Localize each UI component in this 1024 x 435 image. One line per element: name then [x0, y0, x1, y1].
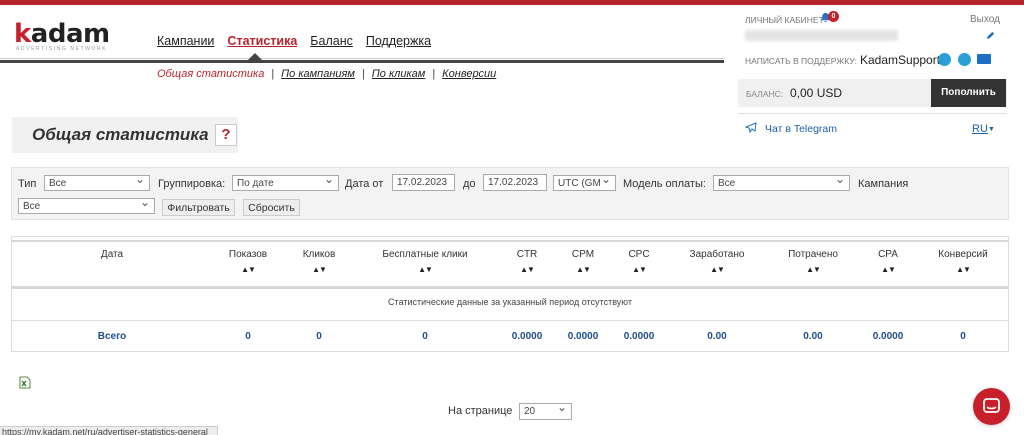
sort-icon[interactable]: ▲▼ [507, 265, 547, 274]
col-ctr[interactable]: CTR [507, 249, 547, 260]
date-from-input[interactable]: 17.02.2023 [392, 174, 455, 191]
total-ctr: 0.0000 [511, 331, 543, 342]
nav-balance[interactable]: Баланс [310, 34, 353, 48]
reset-button[interactable]: Сбросить [243, 199, 300, 216]
cabinet-label: Личный кабинет [745, 15, 824, 25]
total-clicks: 0 [316, 331, 322, 342]
totals-divider [11, 320, 1009, 321]
timezone-select[interactable]: UTC (GM [553, 173, 616, 191]
telegram-icon[interactable] [938, 53, 951, 66]
nav-divider-light [0, 58, 724, 59]
table-top-rule [11, 240, 1009, 242]
col-cpm[interactable]: CPM [563, 249, 603, 260]
sort-icon[interactable]: ▲▼ [619, 265, 659, 274]
subnav-separator: | [271, 68, 275, 80]
col-date[interactable]: Дата [82, 249, 142, 260]
table-header-rule [11, 286, 1009, 289]
total-earned: 0.00 [707, 331, 727, 342]
sort-icon[interactable]: ▲▼ [867, 265, 909, 274]
sort-icon[interactable]: ▲▼ [778, 265, 848, 274]
sort-icon[interactable]: ▲▼ [295, 265, 343, 274]
date-from-label: Дата от [345, 178, 384, 190]
chevron-down-icon: ▼ [988, 126, 995, 133]
mail-icon[interactable] [977, 54, 991, 64]
grouping-label: Группировка: [158, 178, 226, 190]
date-to-label: до [463, 178, 476, 190]
logo-tagline: advertising network [16, 46, 108, 52]
col-clicks[interactable]: Кликов [295, 249, 343, 260]
skype-icon[interactable] [958, 53, 971, 66]
chat-bubble-icon [983, 398, 1000, 413]
subnav-conversions[interactable]: Конверсии [442, 68, 496, 80]
sort-icon[interactable]: ▲▼ [222, 265, 274, 274]
total-cpa: 0.0000 [872, 331, 904, 342]
per-page-select[interactable]: 20 [519, 401, 572, 420]
filter-button[interactable]: Фильтровать [162, 199, 235, 216]
payment-model-label: Модель оплаты: [623, 178, 706, 190]
col-cpc[interactable]: CPC [619, 249, 659, 260]
chat-widget-button[interactable] [973, 388, 1010, 425]
subnav-separator: | [361, 68, 365, 80]
subnav-general[interactable]: Общая статистика [157, 68, 264, 80]
per-page-label: На странице [448, 405, 513, 417]
nav-statistics[interactable]: Статистика [227, 34, 297, 48]
total-cpm: 0.0000 [567, 331, 599, 342]
col-earned[interactable]: Заработано [680, 249, 754, 260]
col-spent[interactable]: Потрачено [778, 249, 848, 260]
type-label: Тип [18, 178, 37, 190]
user-email-blurred [745, 30, 898, 41]
topup-button[interactable]: Пополнить [931, 79, 1006, 107]
language-select[interactable]: RU [972, 123, 988, 135]
campaign-label: Кампания [858, 178, 909, 190]
col-impressions[interactable]: Показов [222, 249, 274, 260]
campaign-select[interactable]: Все [18, 196, 155, 214]
total-free-clicks: 0 [422, 331, 428, 342]
total-impressions: 0 [245, 331, 251, 342]
support-label: Написать в поддержку: [745, 56, 857, 66]
active-nav-pointer [248, 53, 262, 60]
support-name: KadamSupport [860, 53, 941, 67]
logout-link[interactable]: Выход [970, 14, 1000, 25]
sort-icon[interactable]: ▲▼ [930, 265, 996, 274]
telegram-plane-icon [745, 122, 757, 133]
balance-label: Баланс: [746, 89, 784, 99]
nav-campaigns[interactable]: Кампании [157, 34, 214, 48]
total-cpc: 0.0000 [623, 331, 655, 342]
total-spent: 0.00 [803, 331, 823, 342]
nav-support[interactable]: Поддержка [366, 34, 431, 48]
browser-status-url: https://my.kadam.net/ru/advertiser-stati… [0, 426, 218, 435]
notification-badge: 0 [828, 11, 839, 22]
totals-label: Всего [97, 331, 127, 342]
col-free-clicks[interactable]: Бесплатные клики [370, 249, 480, 260]
payment-model-select[interactable]: Все [713, 173, 850, 191]
date-to-input[interactable]: 17.02.2023 [483, 174, 547, 191]
sort-icon[interactable]: ▲▼ [563, 265, 603, 274]
help-button[interactable]: ? [215, 124, 237, 146]
total-conversions: 0 [960, 331, 966, 342]
sort-icon[interactable]: ▲▼ [370, 265, 480, 274]
nav-divider [0, 60, 724, 63]
grouping-select[interactable]: По дате [232, 173, 339, 191]
sort-icon[interactable]: ▲▼ [680, 265, 754, 274]
main-nav: Кампании Статистика Баланс Поддержка [157, 34, 431, 48]
telegram-chat-link[interactable]: Чат в Telegram [765, 123, 837, 135]
sub-nav: Общая статистика | По кампаниям | По кли… [157, 68, 496, 80]
subnav-separator: | [432, 68, 436, 80]
export-excel-icon[interactable] [19, 376, 31, 389]
top-accent-bar [0, 0, 1024, 5]
col-cpa[interactable]: CPA [867, 249, 909, 260]
type-select[interactable]: Все [44, 173, 150, 191]
col-conversions[interactable]: Конверсий [930, 249, 996, 260]
empty-message: Статистические данные за указанный перио… [388, 297, 632, 307]
kadam-logo[interactable]: kadam [14, 21, 110, 47]
subnav-by-campaign[interactable]: По кампаниям [281, 68, 355, 80]
edit-pencil-icon[interactable] [986, 31, 995, 40]
panel-divider [738, 113, 1007, 114]
balance-value: 0,00 USD [790, 86, 843, 100]
page-title: Общая статистика [32, 125, 209, 144]
subnav-by-clicks[interactable]: По кликам [372, 68, 426, 80]
